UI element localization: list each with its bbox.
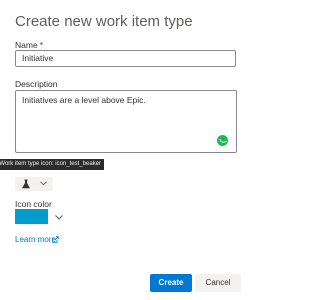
learn-more-link[interactable]: Learn more (15, 235, 56, 244)
create-button[interactable]: Create (150, 274, 192, 292)
description-label: Description (15, 79, 58, 89)
name-label: Name * (15, 40, 43, 50)
icon-tooltip: Work item type icon: icon_test_beaker (0, 159, 104, 170)
name-input[interactable]: Initiative (15, 50, 236, 67)
description-textarea[interactable]: Initiatives are a level above Epic. (15, 90, 237, 153)
chevron-down-icon[interactable] (52, 211, 66, 223)
chevron-down-icon (40, 181, 47, 186)
icon-tooltip-text: Work item type icon: icon_test_beaker (0, 161, 101, 167)
icon-color-label: Icon color (15, 199, 52, 209)
description-value: Initiatives are a level above Epic. (22, 95, 146, 105)
icon-picker-dropdown[interactable] (15, 177, 53, 191)
icon-color-swatch[interactable] (15, 209, 48, 224)
name-input-value: Initiative (22, 53, 54, 63)
create-work-item-type-dialog: Create new work item type Name * Initiati… (0, 0, 251, 300)
dialog-title: Create new work item type (15, 13, 193, 30)
required-mark: * (39, 40, 43, 50)
name-label-text: Name (15, 40, 38, 50)
cancel-button[interactable]: Cancel (195, 274, 241, 292)
beaker-icon (22, 179, 30, 189)
grammar-check-icon[interactable] (217, 135, 228, 146)
external-link-icon (52, 236, 59, 243)
